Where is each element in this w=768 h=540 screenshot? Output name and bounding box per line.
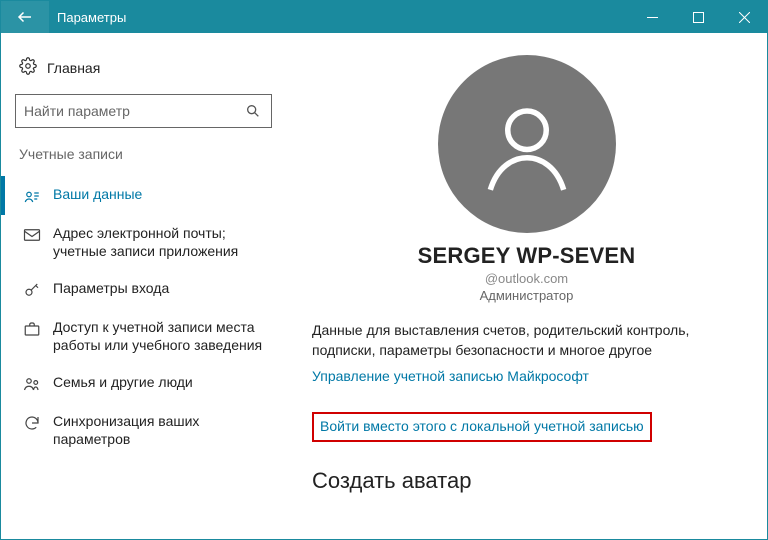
sidebar-item-your-info[interactable]: Ваши данные (1, 176, 274, 215)
sidebar-item-signin-options[interactable]: Параметры входа (1, 270, 274, 309)
local-account-highlight: Войти вместо этого с локальной учетной з… (312, 412, 652, 442)
search-icon (243, 103, 263, 119)
back-button[interactable] (1, 1, 49, 33)
mail-icon (23, 226, 41, 244)
sidebar-section-label: Учетные записи (19, 146, 274, 162)
settings-window: Параметры Главная (0, 0, 768, 540)
window-controls (629, 1, 767, 33)
sidebar-item-family[interactable]: Семья и другие люди (1, 364, 274, 403)
user-role: Администратор (312, 288, 741, 303)
key-icon (23, 281, 41, 299)
create-avatar-heading: Создать аватар (312, 468, 741, 494)
local-account-link[interactable]: Войти вместо этого с локальной учетной з… (320, 418, 644, 434)
manage-account-link[interactable]: Управление учетной записью Майкрософт (312, 368, 589, 384)
sidebar-item-label: Ваши данные (53, 186, 268, 204)
content: Главная Учетные записи Ваши данные (1, 33, 767, 539)
sidebar: Главная Учетные записи Ваши данные (1, 33, 286, 539)
sidebar-item-label: Адрес электронной почты; учетные записи … (53, 225, 268, 260)
main-panel: SERGEY WP-SEVEN @outlook.com Администрат… (286, 33, 767, 539)
sidebar-item-label: Синхронизация ваших параметров (53, 413, 268, 448)
user-email: @outlook.com (312, 271, 741, 286)
avatar (438, 55, 616, 233)
maximize-button[interactable] (675, 1, 721, 33)
sidebar-item-work-school[interactable]: Доступ к учетной записи места работы или… (1, 309, 274, 364)
sidebar-item-email-accounts[interactable]: Адрес электронной почты; учетные записи … (1, 215, 274, 270)
search-input[interactable] (24, 103, 243, 119)
people-icon (23, 375, 41, 393)
sidebar-item-label: Доступ к учетной записи места работы или… (53, 319, 268, 354)
person-card-icon (23, 187, 41, 205)
briefcase-icon (23, 320, 41, 338)
window-title: Параметры (49, 10, 629, 25)
sync-icon (23, 414, 41, 432)
sidebar-item-sync[interactable]: Синхронизация ваших параметров (1, 403, 274, 458)
home-link[interactable]: Главная (19, 57, 274, 78)
user-name: SERGEY WP-SEVEN (312, 243, 741, 269)
gear-icon (19, 57, 37, 78)
sidebar-item-label: Параметры входа (53, 280, 268, 298)
sidebar-nav: Ваши данные Адрес электронной почты; уче… (13, 176, 274, 458)
avatar-container (312, 55, 741, 233)
sidebar-item-label: Семья и другие люди (53, 374, 268, 392)
home-label: Главная (47, 60, 100, 76)
search-box[interactable] (15, 94, 272, 128)
close-button[interactable] (721, 1, 767, 33)
account-description: Данные для выставления счетов, родительс… (312, 321, 741, 360)
minimize-button[interactable] (629, 1, 675, 33)
titlebar: Параметры (1, 1, 767, 33)
